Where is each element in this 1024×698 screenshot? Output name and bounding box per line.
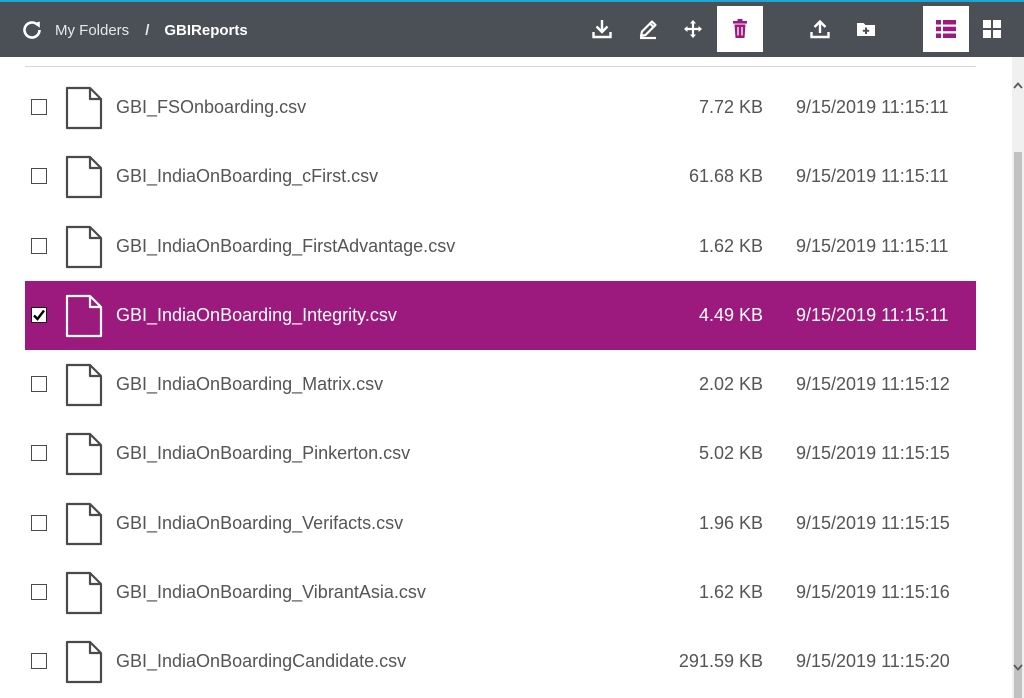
row-checkbox[interactable] [31, 376, 47, 392]
file-size: 1.62 KB [698, 581, 763, 602]
file-icon [65, 363, 103, 407]
scroll-down-arrow-icon[interactable] [1013, 662, 1023, 672]
file-icon [65, 294, 103, 337]
list-view-button[interactable] [923, 6, 969, 52]
file-name[interactable]: GBI_IndiaOnBoarding_VibrantAsia.csv [116, 582, 426, 603]
file-size: 4.49 KB [698, 304, 763, 325]
grid-view-icon [983, 20, 1001, 38]
file-icon [65, 156, 103, 199]
file-modified-date: 9/15/2019 11:15:15 [796, 512, 950, 533]
file-modified-date: 9/15/2019 11:15:15 [796, 443, 950, 464]
row-checkbox[interactable] [31, 514, 47, 531]
row-checkbox[interactable] [31, 653, 47, 669]
file-modified-date: 9/15/2019 11:15:12 [796, 374, 950, 394]
download-icon [592, 20, 612, 39]
file-row[interactable]: GBI_FSOnboarding.csv 7.72 KB 9/15/2019 11:… [25, 73, 976, 142]
breadcrumb-separator: / [145, 21, 150, 39]
file-size: 1.62 KB [698, 235, 763, 256]
upload-icon [810, 19, 830, 39]
pencil-icon [639, 20, 657, 40]
scroll-up-arrow-icon[interactable] [1013, 81, 1023, 91]
file-row[interactable]: GBI_IndiaOnBoarding_Matrix.csv 2.02 KB 9/1… [25, 350, 976, 419]
file-icon [65, 571, 103, 614]
file-size: 7.72 KB [698, 97, 763, 117]
row-checkbox[interactable] [31, 237, 47, 254]
download-button[interactable] [579, 6, 625, 52]
row-checkbox[interactable] [31, 168, 47, 185]
file-name[interactable]: GBI_IndiaOnBoarding_FirstAdvantage.csv [116, 236, 455, 257]
file-list: GBI_FSOnboarding.csv 7.72 KB 9/15/2019 11:… [0, 57, 1012, 698]
row-checkbox[interactable] [31, 583, 47, 600]
rename-button[interactable] [625, 6, 671, 52]
file-name[interactable]: GBI_IndiaOnBoarding_Integrity.csv [116, 305, 397, 326]
file-icon [65, 86, 103, 130]
list-view-icon [936, 20, 956, 38]
vertical-scrollbar[interactable] [1012, 57, 1024, 698]
file-icon [65, 225, 103, 268]
file-name[interactable]: GBI_IndiaOnBoarding_cFirst.csv [116, 166, 378, 187]
file-icon [65, 502, 103, 545]
file-modified-date: 9/15/2019 11:15:11 [796, 304, 949, 325]
trash-icon [733, 19, 747, 38]
file-row[interactable]: GBI_IndiaOnBoarding_FirstAdvantage.csv 1.… [25, 212, 976, 281]
file-modified-date: 9/15/2019 11:15:20 [796, 651, 950, 671]
row-checkbox[interactable] [31, 306, 47, 323]
scrollbar-thumb[interactable] [1014, 152, 1022, 698]
new-folder-button[interactable] [843, 6, 889, 52]
file-size: 291.59 KB [678, 651, 763, 671]
file-name[interactable]: GBI_IndiaOnBoardingCandidate.csv [116, 651, 406, 672]
breadcrumb-root-link[interactable]: My Folders [55, 22, 129, 39]
file-name[interactable]: GBI_IndiaOnBoarding_Pinkerton.csv [116, 443, 410, 464]
file-size: 5.02 KB [698, 443, 763, 464]
upload-button[interactable] [797, 6, 843, 52]
file-icon [65, 640, 103, 684]
file-row[interactable]: GBI_IndiaOnBoarding_Integrity.csv 4.49 KB… [25, 280, 976, 350]
file-modified-date: 9/15/2019 11:15:16 [796, 581, 950, 602]
file-icon [65, 433, 103, 476]
file-row[interactable]: GBI_IndiaOnBoardingCandidate.csv 291.59 K… [25, 627, 976, 696]
file-name[interactable]: GBI_FSOnboarding.csv [116, 97, 306, 118]
file-modified-date: 9/15/2019 11:15:11 [796, 97, 949, 117]
file-size: 61.68 KB [688, 166, 763, 187]
move-icon [684, 20, 702, 38]
move-button[interactable] [670, 6, 716, 52]
delete-button[interactable] [717, 6, 763, 52]
row-checkbox[interactable] [31, 99, 47, 115]
file-row[interactable]: GBI_IndiaOnBoarding_Pinkerton.csv 5.02 KB… [25, 419, 976, 488]
row-checkbox[interactable] [31, 445, 47, 462]
file-row[interactable]: GBI_IndiaOnBoarding_VibrantAsia.csv 1.62 … [25, 558, 976, 627]
breadcrumb: My Folders / GBIReports [55, 20, 248, 40]
file-modified-date: 9/15/2019 11:15:11 [796, 235, 949, 256]
file-name[interactable]: GBI_IndiaOnBoarding_Matrix.csv [116, 374, 383, 395]
file-name[interactable]: GBI_IndiaOnBoarding_Verifacts.csv [116, 513, 403, 534]
list-divider [25, 66, 976, 67]
file-row[interactable]: GBI_IndiaOnBoarding_cFirst.csv 61.68 KB 9/… [25, 142, 976, 211]
checkmark-icon [33, 309, 45, 321]
file-modified-date: 9/15/2019 11:15:11 [796, 166, 949, 187]
refresh-icon[interactable] [20, 18, 44, 42]
file-size: 1.96 KB [698, 512, 763, 533]
breadcrumb-current-folder: GBIReports [164, 21, 248, 39]
toolbar: My Folders / GBIReports [0, 0, 1024, 57]
grid-view-button[interactable] [969, 6, 1015, 52]
file-size: 2.02 KB [698, 374, 763, 394]
folder-plus-icon [857, 23, 875, 36]
file-browser: My Folders / GBIReports GBI_FSOnboarding… [0, 0, 1024, 698]
file-row[interactable]: GBI_IndiaOnBoarding_Verifacts.csv 1.96 KB… [25, 489, 976, 558]
